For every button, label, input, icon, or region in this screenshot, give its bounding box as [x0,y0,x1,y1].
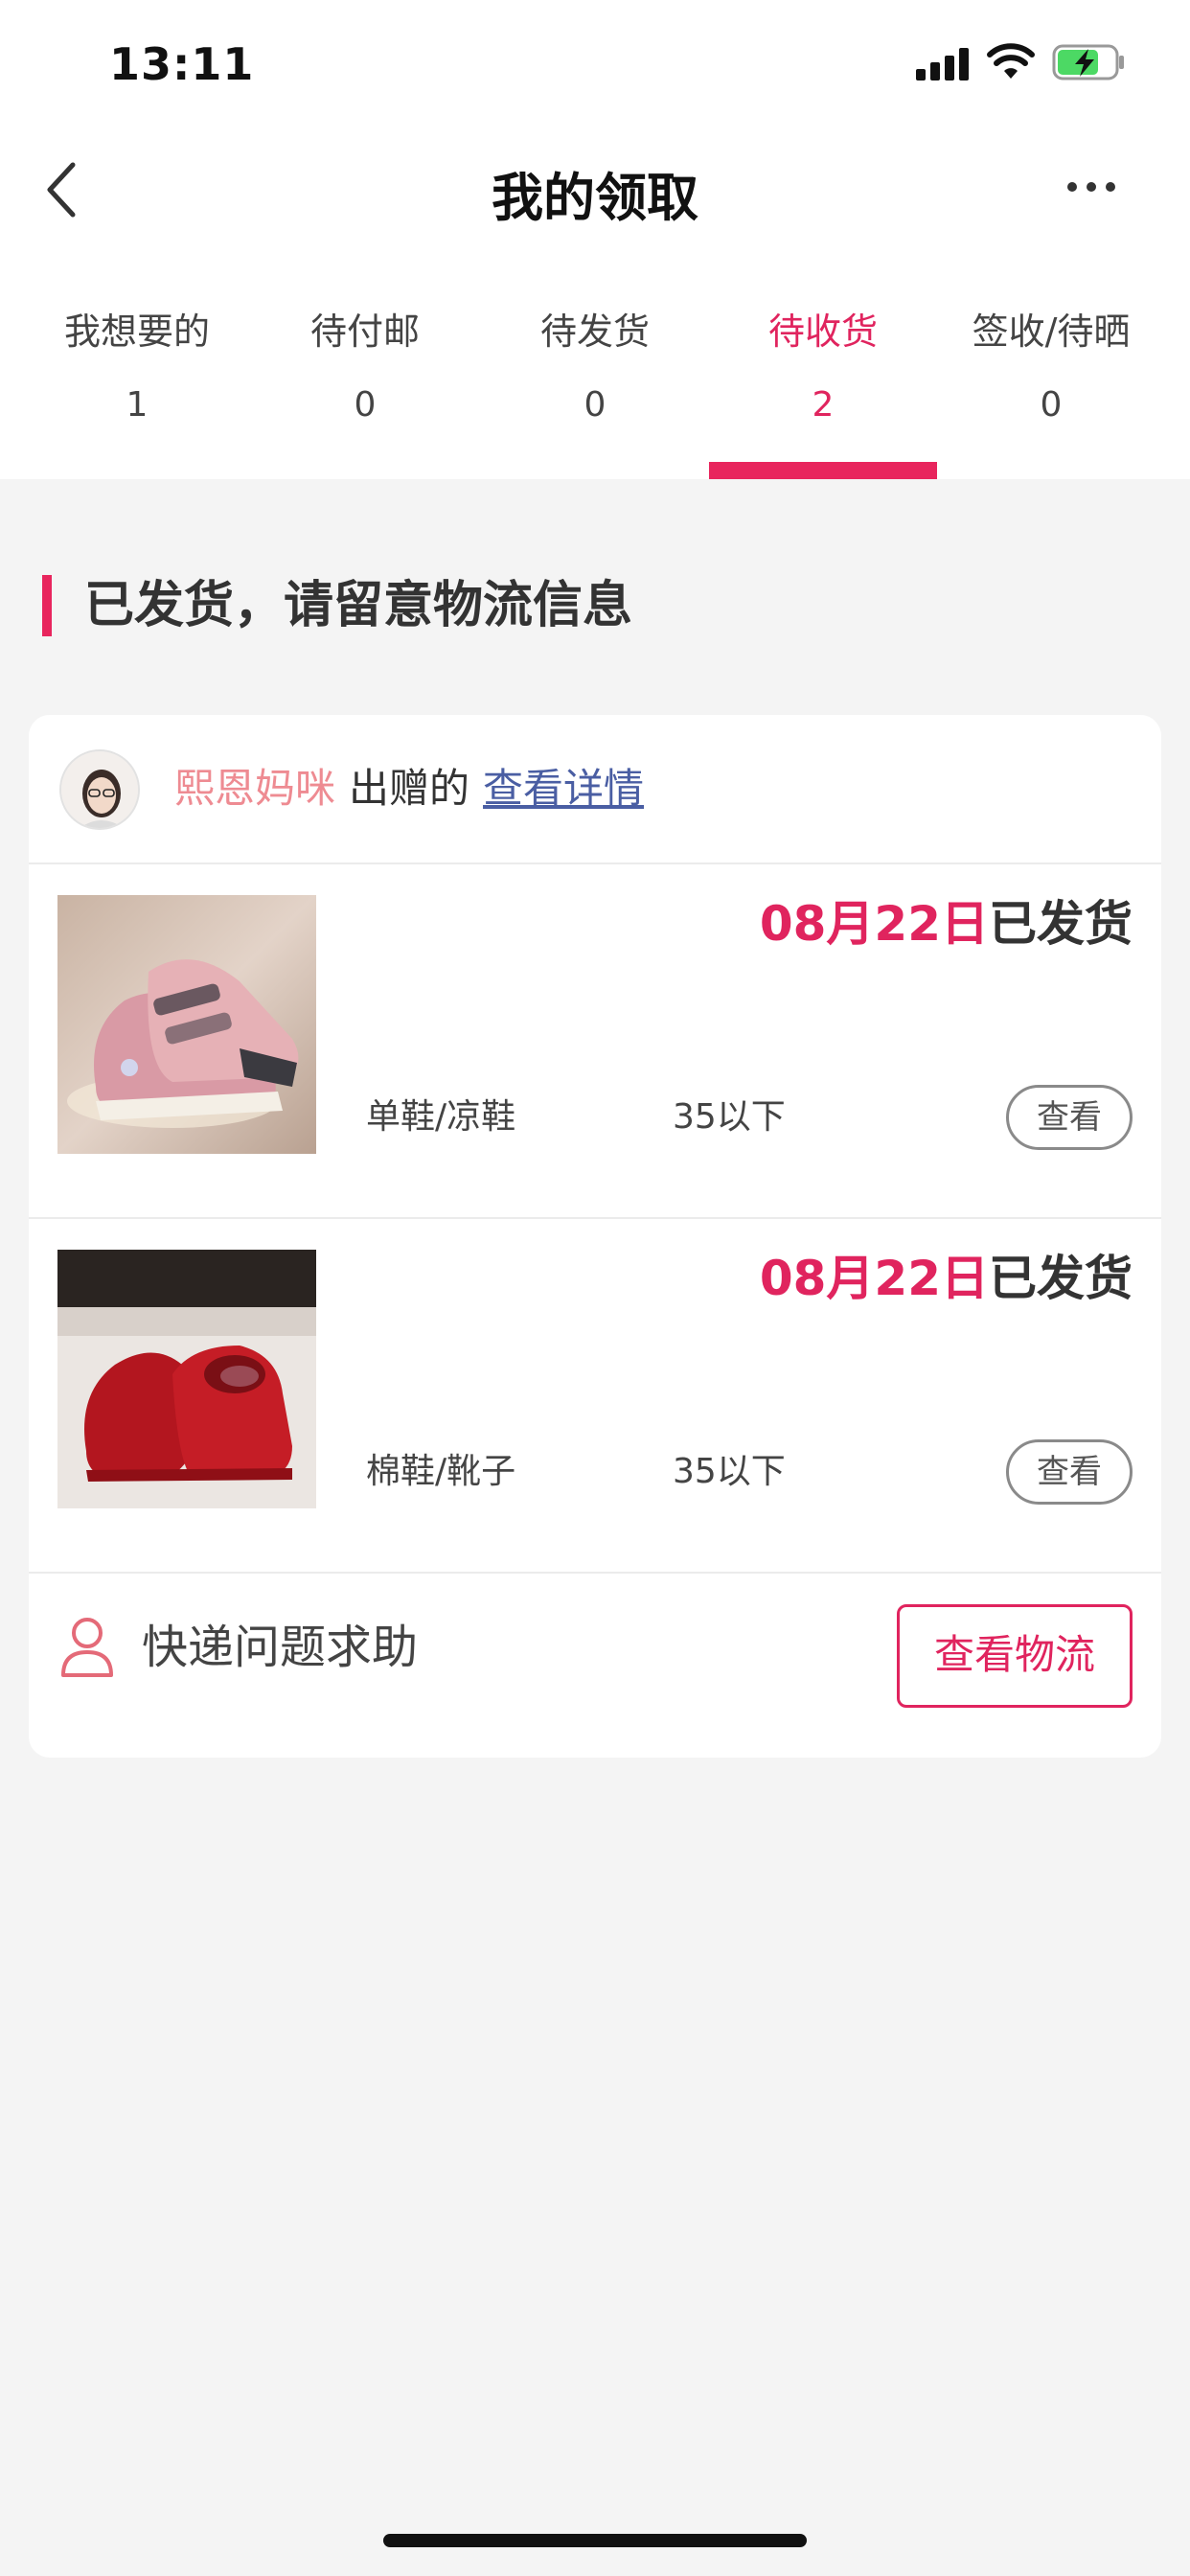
more-icon[interactable] [1067,182,1115,194]
battery-icon [1052,44,1124,80]
tab-label: 待收货 [767,310,878,353]
tab-count: 1 [126,385,149,425]
item-status: 已发货 [989,896,1133,952]
tab-pending-receipt[interactable]: 待收货 2 [709,297,937,425]
tab-count: 0 [354,385,377,425]
view-button[interactable]: 查看 [1006,1085,1133,1150]
list-item[interactable]: 08月22日已发货 单鞋/凉鞋 35以下 查看 [29,864,1161,1219]
tab-label: 待付邮 [309,310,420,353]
donor-row: 熙恩妈咪 出赠的 查看详情 [29,715,1161,864]
tab-label: 我想要的 [63,310,210,353]
delivery-help-link[interactable]: 快递问题求助 [142,1618,418,1677]
section-accent-bar [42,575,52,636]
item-ship-date: 08月22日已发货 [760,886,1133,962]
donor-line: 熙恩妈咪 出赠的 查看详情 [174,755,644,822]
donor-suffix: 出赠的 [349,765,470,812]
tab-signed-review[interactable]: 签收/待晒 0 [937,297,1165,425]
shipment-card: 熙恩妈咪 出赠的 查看详情 08月22日已发货 单鞋/凉鞋 35以下 查看 08… [29,715,1161,1758]
item-image[interactable] [57,1250,316,1508]
tab-count: 0 [1040,385,1063,425]
status-time: 13:11 [109,38,255,90]
tab-pending-shipment[interactable]: 待发货 0 [481,297,709,425]
page-title: 我的领取 [492,168,698,228]
item-size: 35以下 [673,1097,786,1137]
section-title: 已发货，请留意物流信息 [84,577,633,634]
list-item[interactable]: 08月22日已发货 棉鞋/靴子 35以下 查看 [29,1219,1161,1574]
tab-pending-postage[interactable]: 待付邮 0 [251,297,479,425]
item-size: 35以下 [673,1452,786,1491]
tab-label: 待发货 [539,310,650,353]
item-ship-date: 08月22日已发货 [760,1240,1133,1317]
avatar[interactable] [59,749,140,830]
active-tab-indicator [709,462,937,479]
item-status: 已发货 [989,1251,1133,1306]
item-image[interactable] [57,895,316,1154]
signal-icon [916,48,970,80]
tab-count: 0 [584,385,606,425]
view-button[interactable]: 查看 [1006,1439,1133,1505]
person-icon [61,1618,113,1677]
donor-name[interactable]: 熙恩妈咪 [174,765,335,812]
tab-label: 签收/待晒 [972,310,1131,353]
item-date: 08月22日 [759,896,989,952]
home-indicator [383,2534,807,2547]
view-logistics-button[interactable]: 查看物流 [897,1604,1133,1708]
help-row: 快递问题求助 查看物流 [29,1576,1161,1758]
detail-link[interactable]: 查看详情 [483,765,644,812]
tab-wanted[interactable]: 我想要的 1 [23,297,251,425]
wifi-icon [987,43,1035,79]
item-category: 棉鞋/靴子 [366,1452,516,1491]
item-date: 08月22日 [759,1251,989,1306]
tab-count: 2 [812,385,835,425]
item-category: 单鞋/凉鞋 [366,1097,516,1137]
